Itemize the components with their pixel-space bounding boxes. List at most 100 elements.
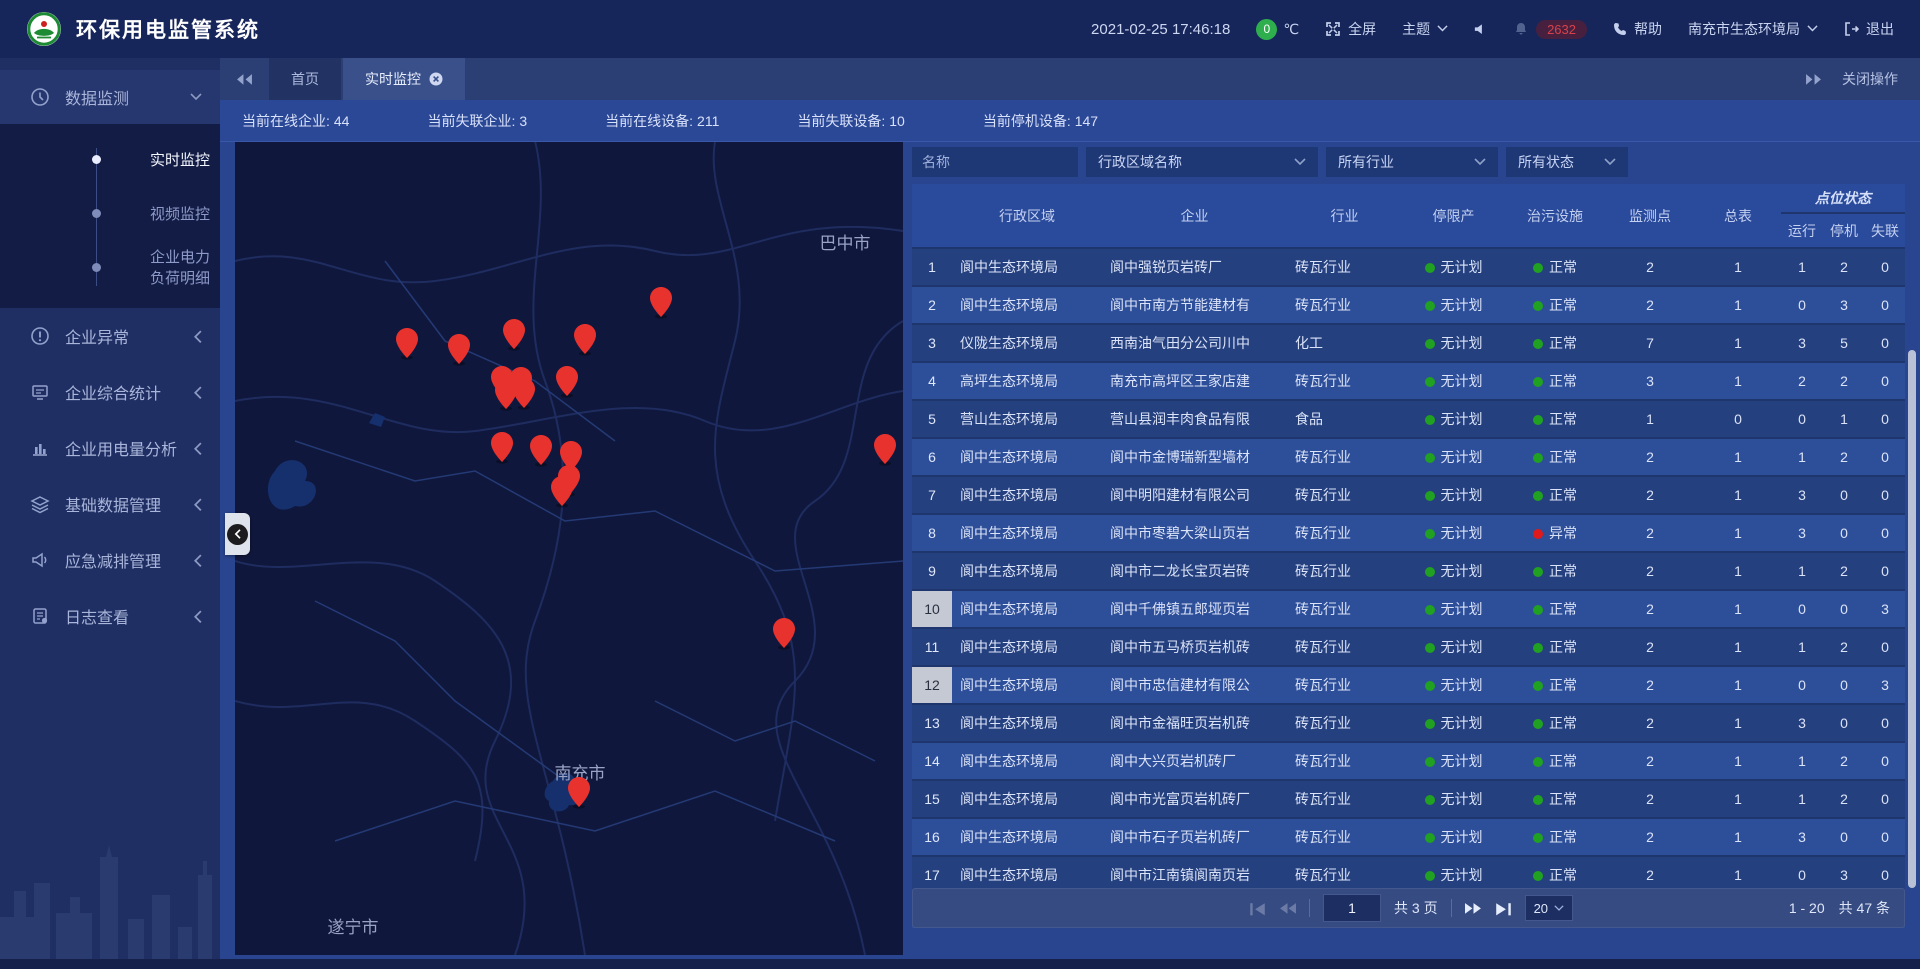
enterprise-table-wrap: 行政区域 企业 行业 停限产 治污设施 监测点 总表 点位状态 运行 停机 失联…: [912, 184, 1905, 928]
user-org-menu[interactable]: 南充市生态环境局: [1688, 19, 1818, 39]
cell-company[interactable]: 阆中千佛镇五郎垭页岩: [1102, 590, 1287, 628]
map-pin[interactable]: [448, 334, 470, 366]
col-header-stopped[interactable]: 停机: [1823, 213, 1865, 248]
close-operations-button[interactable]: 关闭操作: [1842, 69, 1898, 89]
map-pin[interactable]: [874, 434, 896, 466]
map-collapse-button[interactable]: [225, 513, 250, 555]
row-index: 7: [912, 476, 952, 514]
map-panel[interactable]: 巴中市南充市遂宁市: [235, 141, 903, 955]
prev-page-icon[interactable]: [1279, 902, 1296, 915]
sidebar-item-企业电力负荷明细[interactable]: 企业电力负荷明细: [0, 240, 220, 294]
cell-company[interactable]: 营山县润丰肉食品有限: [1102, 400, 1287, 438]
cell-company[interactable]: 阆中市枣碧大梁山页岩: [1102, 514, 1287, 552]
table-row[interactable]: 15阆中生态环境局阆中市光富页岩机砖厂砖瓦行业无计划正常21120: [912, 780, 1905, 818]
cell-company[interactable]: 阆中市五马桥页岩机砖: [1102, 628, 1287, 666]
tabs-scroll-left-icon[interactable]: [236, 73, 253, 86]
last-page-icon[interactable]: [1495, 902, 1512, 915]
page-number-input[interactable]: [1323, 894, 1381, 922]
col-header-offline[interactable]: 失联: [1865, 213, 1905, 248]
map-pin[interactable]: [650, 287, 672, 319]
tab-home[interactable]: 首页: [269, 58, 341, 100]
name-search-input[interactable]: [912, 147, 1078, 177]
page-size-select[interactable]: 20: [1525, 895, 1573, 921]
cell-company[interactable]: 阆中市金博瑞新型墙材: [1102, 438, 1287, 476]
cell-company[interactable]: 阆中市南方节能建材有: [1102, 286, 1287, 324]
cell-company[interactable]: 西南油气田分公司川中: [1102, 324, 1287, 362]
sidebar-item-实时监控[interactable]: 实时监控: [0, 132, 220, 186]
col-header-production[interactable]: 停限产: [1402, 184, 1505, 248]
cell-running: 3: [1781, 476, 1823, 514]
col-header-company[interactable]: 企业: [1102, 184, 1287, 248]
sidebar-group-2[interactable]: 企业综合统计: [0, 364, 220, 420]
cell-company[interactable]: 阆中明阳建材有限公司: [1102, 476, 1287, 514]
table-row[interactable]: 12阆中生态环境局阆中市忠信建材有限公砖瓦行业无计划正常21003: [912, 666, 1905, 704]
fullscreen-button[interactable]: 全屏: [1325, 19, 1376, 39]
table-row[interactable]: 7阆中生态环境局阆中明阳建材有限公司砖瓦行业无计划正常21300: [912, 476, 1905, 514]
cell-region: 阆中生态环境局: [952, 438, 1102, 476]
notifications-button[interactable]: 2632: [1514, 20, 1587, 39]
tabs-scroll-right-icon[interactable]: [1805, 73, 1822, 86]
table-row[interactable]: 10阆中生态环境局阆中千佛镇五郎垭页岩砖瓦行业无计划正常21003: [912, 590, 1905, 628]
sidebar-group-4[interactable]: 基础数据管理: [0, 476, 220, 532]
table-row[interactable]: 2阆中生态环境局阆中市南方节能建材有砖瓦行业无计划正常21030: [912, 286, 1905, 324]
col-header-region[interactable]: 行政区域: [952, 184, 1102, 248]
sidebar-group-6[interactable]: 日志查看: [0, 588, 220, 644]
cell-company[interactable]: 阆中市光富页岩机砖厂: [1102, 780, 1287, 818]
sidebar-group-1[interactable]: 企业异常: [0, 308, 220, 364]
first-page-icon[interactable]: [1249, 902, 1266, 915]
cell-company[interactable]: 阆中市二龙长宝页岩砖: [1102, 552, 1287, 590]
map-pin[interactable]: [530, 435, 552, 467]
table-row[interactable]: 8阆中生态环境局阆中市枣碧大梁山页岩砖瓦行业无计划异常21300: [912, 514, 1905, 552]
col-header-monitor-points[interactable]: 监测点: [1605, 184, 1695, 248]
table-row[interactable]: 4高坪生态环境局南充市高坪区王家店建砖瓦行业无计划正常31220: [912, 362, 1905, 400]
map-pin[interactable]: [491, 432, 513, 464]
cell-company[interactable]: 阆中市金福旺页岩机砖: [1102, 704, 1287, 742]
cell-monitor-points: 2: [1605, 742, 1695, 780]
cell-region: 阆中生态环境局: [952, 628, 1102, 666]
table-row[interactable]: 3仪陇生态环境局西南油气田分公司川中化工无计划正常71350: [912, 324, 1905, 362]
help-button[interactable]: 帮助: [1613, 19, 1662, 39]
tab-close-icon[interactable]: [429, 72, 443, 86]
stat-item: 当前在线设备:211: [605, 111, 719, 131]
map-pin[interactable]: [556, 366, 578, 398]
table-row[interactable]: 16阆中生态环境局阆中市石子页岩机砖厂砖瓦行业无计划正常21300: [912, 818, 1905, 856]
col-header-total-meters[interactable]: 总表: [1695, 184, 1781, 248]
table-row[interactable]: 5营山生态环境局营山县润丰肉食品有限食品无计划正常10010: [912, 400, 1905, 438]
map-pin[interactable]: [551, 476, 573, 508]
status-select[interactable]: 所有状态: [1506, 147, 1628, 177]
cell-company[interactable]: 南充市高坪区王家店建: [1102, 362, 1287, 400]
sidebar-item-视频监控[interactable]: 视频监控: [0, 186, 220, 240]
col-header-facility[interactable]: 治污设施: [1505, 184, 1605, 248]
cell-production-status: 无计划: [1402, 590, 1505, 628]
phone-icon: [1613, 22, 1627, 36]
cell-company[interactable]: 阆中强锐页岩砖厂: [1102, 248, 1287, 286]
cell-company[interactable]: 阆中市忠信建材有限公: [1102, 666, 1287, 704]
theme-menu[interactable]: 主题: [1402, 19, 1448, 39]
table-row[interactable]: 9阆中生态环境局阆中市二龙长宝页岩砖砖瓦行业无计划正常21120: [912, 552, 1905, 590]
chevron-down-icon: [1474, 158, 1486, 166]
table-row[interactable]: 6阆中生态环境局阆中市金博瑞新型墙材砖瓦行业无计划正常21120: [912, 438, 1905, 476]
map-pin[interactable]: [503, 319, 525, 351]
table-row[interactable]: 11阆中生态环境局阆中市五马桥页岩机砖砖瓦行业无计划正常21120: [912, 628, 1905, 666]
map-pin[interactable]: [574, 324, 596, 356]
sidebar-group-3[interactable]: 企业用电量分析: [0, 420, 220, 476]
logout-button[interactable]: 退出: [1844, 19, 1894, 39]
sidebar-group-0[interactable]: 数据监测: [0, 70, 220, 124]
region-select[interactable]: 行政区域名称: [1086, 147, 1318, 177]
table-row[interactable]: 1阆中生态环境局阆中强锐页岩砖厂砖瓦行业无计划正常21120: [912, 248, 1905, 286]
map-pin[interactable]: [396, 328, 418, 360]
tab-realtime-monitor[interactable]: 实时监控: [343, 58, 465, 100]
vertical-scrollbar[interactable]: [1908, 350, 1916, 888]
bullet-dot-icon: [92, 263, 101, 272]
table-row[interactable]: 13阆中生态环境局阆中市金福旺页岩机砖砖瓦行业无计划正常21300: [912, 704, 1905, 742]
speaker-icon[interactable]: [1474, 23, 1488, 36]
table-row[interactable]: 14阆中生态环境局阆中大兴页岩机砖厂砖瓦行业无计划正常21120: [912, 742, 1905, 780]
industry-select[interactable]: 所有行业: [1326, 147, 1498, 177]
col-header-industry[interactable]: 行业: [1287, 184, 1402, 248]
next-page-icon[interactable]: [1465, 902, 1482, 915]
map-pin[interactable]: [513, 378, 535, 410]
col-header-running[interactable]: 运行: [1781, 213, 1823, 248]
sidebar-group-5[interactable]: 应急减排管理: [0, 532, 220, 588]
cell-company[interactable]: 阆中大兴页岩机砖厂: [1102, 742, 1287, 780]
cell-company[interactable]: 阆中市石子页岩机砖厂: [1102, 818, 1287, 856]
